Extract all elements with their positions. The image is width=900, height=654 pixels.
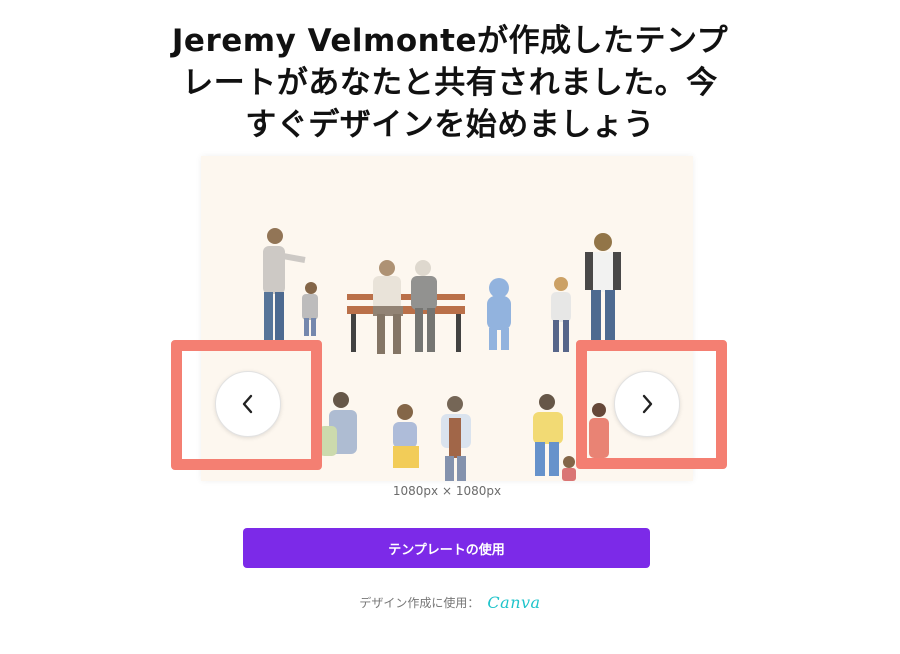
chevron-right-icon: [642, 394, 653, 414]
made-with-footer: デザイン作成に使用： Canva: [300, 590, 600, 614]
chevron-left-icon: [242, 394, 253, 414]
template-share-page: Jeremy Velmonteが作成したテンプレートがあなたと共有されました。今…: [0, 0, 900, 654]
previous-button[interactable]: [215, 371, 281, 437]
use-template-button[interactable]: テンプレートの使用: [243, 528, 650, 568]
next-button[interactable]: [614, 371, 680, 437]
canva-logo[interactable]: Canva: [487, 593, 540, 612]
made-with-label: デザイン作成に使用：: [359, 595, 480, 610]
page-title: Jeremy Velmonteが作成したテンプレートがあなたと共有されました。今…: [171, 23, 729, 143]
template-dimensions: 1080px × 1080px: [392, 484, 502, 498]
